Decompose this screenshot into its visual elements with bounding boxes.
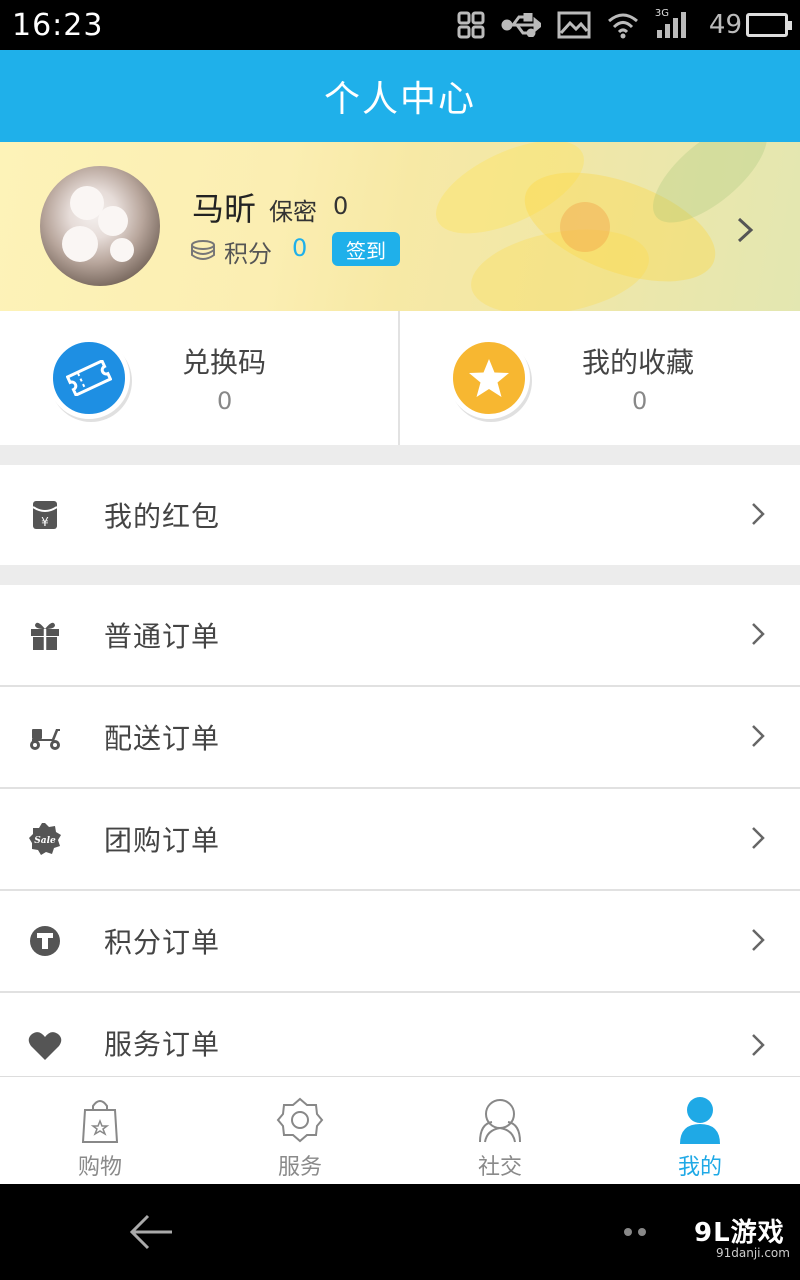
points-value: 0: [292, 234, 308, 262]
menu-item-label: 团购订单: [104, 824, 221, 857]
service-gear-icon: [276, 1095, 324, 1145]
scooter-icon: [28, 720, 62, 754]
signin-button[interactable]: 签到: [332, 232, 400, 266]
tab-social[interactable]: 社交: [400, 1077, 600, 1185]
chevron-right-icon: [750, 501, 766, 531]
usb-icon: [501, 13, 541, 37]
sale-badge-text: Sale: [34, 836, 56, 846]
menu-item-label: 我的红包: [104, 500, 221, 533]
stat-label: 兑换码: [182, 346, 267, 379]
menu-item-red-packet[interactable]: ¥ 我的红包: [0, 465, 800, 565]
status-icons: 3G 49: [457, 8, 792, 40]
social-icon: [475, 1095, 525, 1145]
sale-badge-icon: Sale: [28, 822, 62, 856]
menu-item-delivery-orders[interactable]: 配送订单: [0, 687, 800, 787]
chevron-right-icon: [750, 621, 766, 651]
chevron-right-icon: [750, 927, 766, 957]
menu-item-label: 普通订单: [104, 620, 221, 653]
quick-stats: 兑换码 0 我的收藏 0: [0, 311, 800, 445]
tab-label: 我的: [677, 1155, 722, 1180]
menu-item-service-orders[interactable]: 服务订单: [0, 993, 800, 1076]
tab-shopping[interactable]: 购物: [0, 1077, 200, 1185]
chevron-right-icon[interactable]: [736, 216, 754, 248]
menu-item-label: 配送订单: [104, 722, 221, 755]
tab-mine[interactable]: 我的: [600, 1077, 800, 1185]
signal-3g-icon: 3G: [654, 8, 693, 40]
stat-favorites[interactable]: 我的收藏 0: [400, 311, 800, 445]
person-icon: [678, 1095, 722, 1145]
points-label: 积分: [224, 240, 272, 268]
shopping-bag-icon: [80, 1095, 120, 1145]
coin-icon: [190, 240, 216, 266]
user-age: 0: [333, 192, 349, 220]
battery-indicator: 49: [708, 10, 792, 40]
chevron-right-icon: [750, 1032, 766, 1062]
system-nav-bar: 9L游戏 91danji.com: [0, 1184, 800, 1280]
menu-item-group-orders[interactable]: Sale 团购订单: [0, 789, 800, 889]
t-coin-icon: [28, 924, 62, 958]
stat-value: 0: [217, 387, 233, 415]
wifi-icon: [607, 11, 639, 39]
avatar[interactable]: [40, 166, 160, 286]
stat-label: 我的收藏: [582, 346, 695, 379]
profile-card[interactable]: 马昕 保密 0 积分 0 签到: [0, 142, 800, 311]
red-packet-icon: ¥: [28, 498, 62, 532]
tab-label: 社交: [477, 1155, 522, 1180]
gift-icon: [28, 618, 62, 652]
stat-redeem-code[interactable]: 兑换码 0: [0, 311, 400, 445]
tab-label: 购物: [77, 1155, 122, 1180]
status-time: 16:23: [12, 7, 104, 43]
page-title: 个人中心: [323, 79, 476, 120]
menu-item-points-orders[interactable]: 积分订单: [0, 891, 800, 991]
menu-item-normal-orders[interactable]: 普通订单: [0, 585, 800, 685]
status-bar: 16:23 3G 49: [0, 0, 800, 50]
user-name: 马昕: [192, 190, 257, 228]
chevron-right-icon: [750, 825, 766, 855]
watermark-logo: 9L游戏: [694, 1218, 785, 1248]
bottom-tab-bar: 购物 服务 社交 我的: [0, 1076, 800, 1184]
image-icon: [557, 11, 591, 39]
battery-level: 49: [708, 10, 742, 40]
header-bar: 个人中心: [0, 50, 800, 142]
tab-service[interactable]: 服务: [200, 1077, 400, 1185]
signal-3g-label: 3G: [654, 8, 670, 19]
back-arrow-icon[interactable]: [128, 1212, 176, 1256]
ticket-icon: [48, 337, 130, 419]
menu-item-label: 积分订单: [104, 926, 221, 959]
star-icon: [448, 337, 530, 419]
chevron-right-icon: [750, 723, 766, 753]
stat-value: 0: [632, 387, 648, 415]
heart-icon: [28, 1029, 62, 1063]
qr-scan-icon: [457, 11, 485, 39]
svg-text:¥: ¥: [41, 515, 49, 529]
tab-label: 服务: [277, 1155, 322, 1180]
battery-icon: [746, 13, 792, 37]
page-indicator-dots: [624, 1228, 646, 1236]
user-gender: 保密: [269, 198, 317, 226]
watermark-url: 91danji.com: [716, 1246, 790, 1260]
